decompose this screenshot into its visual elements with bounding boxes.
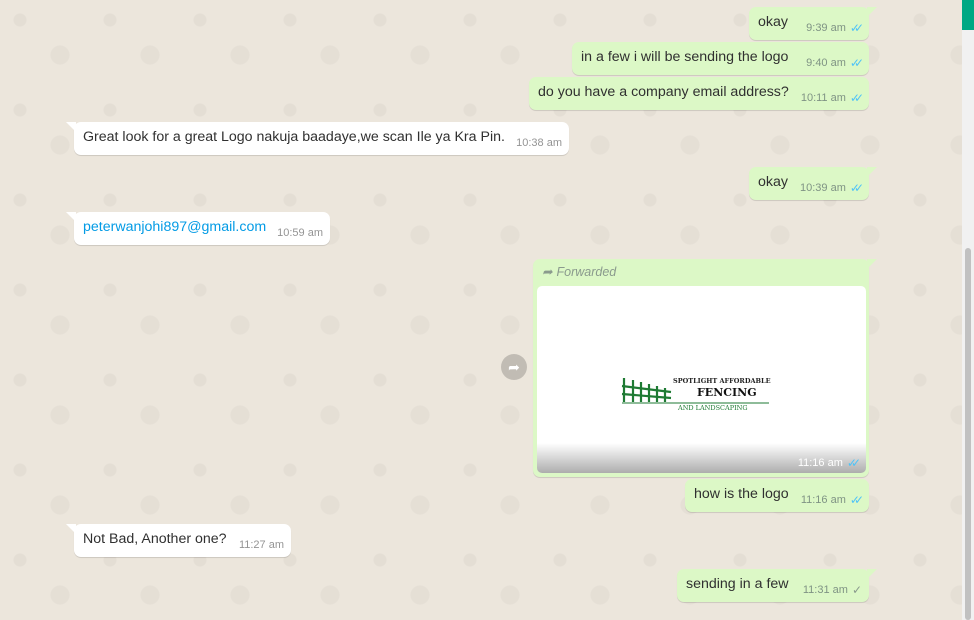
bubble-tail: [66, 212, 76, 222]
message-time: 11:31 am: [802, 584, 848, 596]
message-bubble-outgoing[interactable]: okay 10:39 am ✓✓: [749, 167, 877, 200]
message-text: Great look for a great Logo nakuja baada…: [83, 129, 505, 145]
message-bubble-outgoing[interactable]: sending in a few 11:31 am ✓: [677, 569, 877, 602]
message-bubble-outgoing[interactable]: in a few i will be sending the logo 9:40…: [572, 42, 869, 75]
bubble-tail: [867, 259, 877, 269]
message-text: how is the logo: [694, 486, 789, 502]
message-bubble-outgoing[interactable]: do you have a company email address? 10:…: [529, 77, 869, 110]
message-bubble-incoming[interactable]: Not Bad, Another one? 11:27 am: [66, 524, 291, 557]
message-text: okay: [758, 14, 788, 30]
message-time: 10:11 am: [800, 92, 846, 104]
message-meta: 10:39 am ✓✓: [800, 180, 864, 195]
top-accent-bar: [962, 0, 974, 30]
message-meta: 10:11 am ✓✓: [800, 90, 864, 105]
message-meta: 11:16 am ✓✓: [800, 492, 864, 507]
message-text: okay: [758, 174, 788, 190]
message-meta: 10:38 am: [516, 137, 562, 149]
scrollbar[interactable]: [962, 0, 974, 620]
message-meta: 9:40 am ✓✓: [806, 55, 864, 70]
message-bubble-incoming[interactable]: peterwanjohi897@gmail.com 10:59 am: [66, 212, 330, 245]
message-meta: 11:16 am ✓✓: [797, 455, 861, 470]
message-meta: 10:59 am: [277, 227, 323, 239]
message-time: 11:16 am: [797, 457, 843, 469]
bubble-tail: [867, 167, 877, 177]
double-check-icon: ✓✓: [846, 455, 861, 470]
message-time: 11:16 am: [800, 494, 846, 506]
company-logo-image: SPOTLIGHT AFFORDABLE FENCING AND LANDSCA…: [621, 377, 771, 412]
single-check-icon: ✓: [851, 582, 862, 597]
message-text: do you have a company email address?: [538, 84, 789, 100]
forwarded-label: ➦ Forwarded: [542, 264, 617, 280]
bubble-tail: [66, 122, 76, 132]
image-attachment[interactable]: SPOTLIGHT AFFORDABLE FENCING AND LANDSCA…: [537, 286, 866, 473]
message-meta: 11:31 am ✓: [802, 582, 862, 597]
message-time: 10:38 am: [516, 137, 562, 149]
message-text: Not Bad, Another one?: [83, 531, 227, 547]
message-time: 11:27 am: [238, 539, 284, 551]
double-check-icon: ✓✓: [849, 90, 864, 105]
message-time: 9:40 am: [806, 57, 846, 69]
double-check-icon: ✓✓: [849, 20, 864, 35]
message-time: 10:39 am: [800, 182, 846, 194]
message-meta: 11:27 am: [239, 539, 284, 551]
message-meta: 9:39 am ✓✓: [806, 20, 864, 35]
bubble-tail: [867, 569, 877, 579]
email-link[interactable]: peterwanjohi897@gmail.com: [83, 219, 266, 235]
scrollbar-thumb[interactable]: [965, 248, 971, 620]
message-text: sending in a few: [686, 576, 789, 592]
message-bubble-forwarded-image[interactable]: ➦ Forwarded SPOTLIGHT AFFORDABLE FENCING …: [533, 259, 877, 477]
forward-arrow-icon[interactable]: ➦: [501, 354, 527, 380]
message-text: in a few i will be sending the logo: [581, 49, 789, 65]
message-bubble-incoming[interactable]: Great look for a great Logo nakuja baada…: [66, 122, 569, 155]
forwarded-text: Forwarded: [556, 264, 617, 279]
svg-text:AND LANDSCAPING: AND LANDSCAPING: [677, 404, 748, 412]
double-check-icon: ✓✓: [849, 180, 864, 195]
message-time: 10:59 am: [277, 227, 323, 239]
svg-text:FENCING: FENCING: [697, 386, 757, 399]
bubble-tail: [66, 524, 76, 534]
double-check-icon: ✓✓: [849, 492, 864, 507]
double-check-icon: ✓✓: [849, 55, 864, 70]
message-time: 9:39 am: [806, 22, 846, 34]
message-bubble-outgoing[interactable]: okay 9:39 am ✓✓: [749, 7, 877, 40]
bubble-tail: [867, 7, 877, 17]
message-bubble-outgoing[interactable]: how is the logo 11:16 am ✓✓: [685, 479, 869, 512]
forward-arrow-icon: ➦: [542, 265, 553, 279]
svg-text:SPOTLIGHT AFFORDABLE: SPOTLIGHT AFFORDABLE: [673, 377, 771, 385]
